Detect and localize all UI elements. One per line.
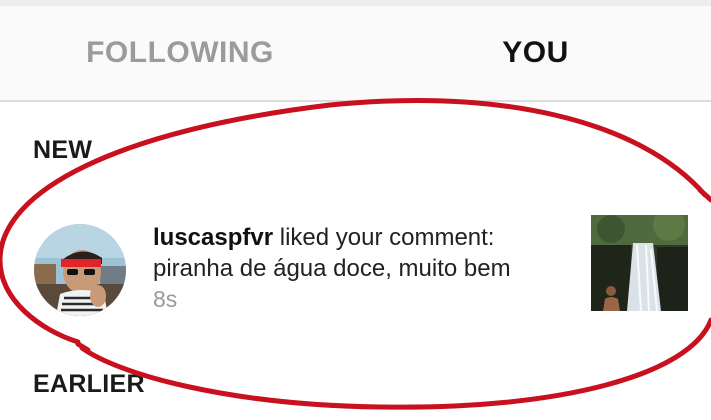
notification-action: liked your comment: [273, 224, 495, 251]
notification-timestamp: 8s [153, 286, 178, 312]
notification-text[interactable]: luscaspfvr liked your comment: piranha d… [153, 222, 578, 315]
notification-comment: piranha de água doce, muito bem [153, 255, 511, 282]
user-avatar[interactable] [34, 224, 126, 316]
thumbnail-photo [591, 215, 688, 311]
avatar-photo [34, 224, 126, 316]
tab-you-label: YOU [502, 36, 569, 69]
section-earlier-heading: EARLIER [33, 370, 145, 398]
activity-screen: FOLLOWING YOU NEW luscaspfvr liked your … [0, 0, 711, 420]
notification-username[interactable]: luscaspfvr [153, 224, 273, 251]
tab-you[interactable]: YOU [360, 6, 711, 100]
post-thumbnail[interactable] [591, 215, 688, 311]
section-new-heading: NEW [33, 136, 93, 164]
tab-following-label: FOLLOWING [86, 36, 274, 69]
tab-following[interactable]: FOLLOWING [0, 6, 360, 100]
activity-tabs: FOLLOWING YOU [0, 6, 711, 102]
